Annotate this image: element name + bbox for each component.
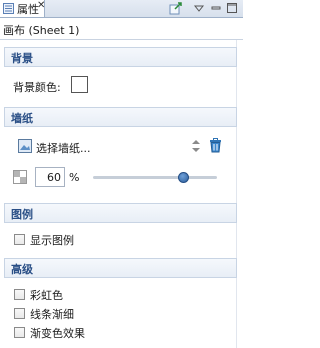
section-header-background[interactable]: 背景 [4,47,237,67]
opacity-unit: % [69,171,80,184]
section-title-legend: 图例 [11,208,33,221]
section-title-background: 背景 [11,52,33,65]
properties-tab-label: 属性 [17,3,39,16]
wallpaper-image-icon [18,139,32,153]
show-legend-label: 显示图例 [30,234,74,247]
opacity-slider-track[interactable] [93,176,217,179]
rainbow-checkbox[interactable] [14,289,25,300]
opacity-checker-icon [13,170,27,184]
trash-icon[interactable] [209,138,222,153]
pin-view-icon[interactable] [169,1,183,15]
close-tab-icon[interactable]: ✕ [37,0,45,11]
section-header-legend[interactable]: 图例 [4,203,237,223]
section-title-wallpaper: 墙纸 [11,112,33,125]
properties-title-bar: 画布 (Sheet 1) [0,18,243,40]
background-color-label: 背景颜色: [13,81,61,94]
properties-icon [3,3,14,14]
show-legend-checkbox[interactable] [14,234,25,245]
properties-tab[interactable]: 属性 ✕ [0,0,45,17]
taper-lines-checkbox[interactable] [14,308,25,319]
gradient-effect-checkbox[interactable] [14,327,25,338]
stepper-updown-icon[interactable] [191,139,201,153]
section-header-advanced[interactable]: 高级 [4,258,237,278]
taper-lines-label: 线条渐细 [30,308,74,321]
minimize-icon[interactable] [209,1,223,15]
opacity-slider-thumb[interactable] [177,172,189,183]
rainbow-label: 彩虹色 [30,289,63,302]
opacity-input[interactable]: 60 [35,167,65,187]
background-color-button[interactable] [71,76,88,93]
page-title: 画布 (Sheet 1) [3,24,80,37]
view-menu-icon[interactable] [192,1,206,15]
vertical-scrollbar-track [236,40,244,348]
gradient-effect-label: 渐变色效果 [30,327,85,340]
view-tab-bar: 属性 ✕ [0,0,243,18]
maximize-icon[interactable] [225,1,239,15]
section-header-wallpaper[interactable]: 墙纸 [4,107,237,127]
choose-wallpaper-link[interactable]: 选择墙纸... [36,140,91,156]
section-title-advanced: 高级 [11,263,33,276]
